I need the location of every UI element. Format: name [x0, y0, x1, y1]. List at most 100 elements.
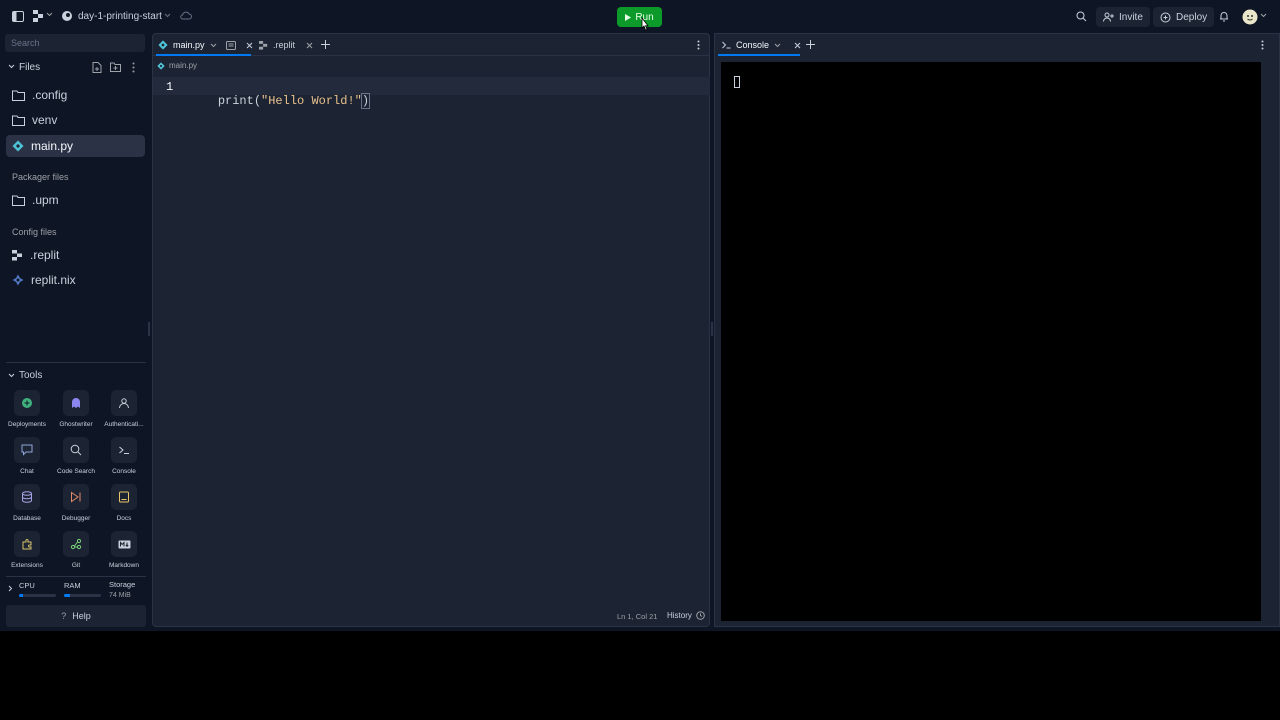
- new-tab-plus-icon[interactable]: [321, 40, 330, 49]
- tool-ghostwriter[interactable]: Ghostwriter: [53, 390, 99, 428]
- tool-label: Docs: [116, 515, 132, 522]
- console-more-icon[interactable]: [1261, 40, 1264, 50]
- console-terminal[interactable]: [721, 62, 1261, 621]
- tab-console[interactable]: Console: [722, 37, 801, 53]
- notifications-bell-icon[interactable]: [1219, 11, 1229, 22]
- files-more-icon[interactable]: [132, 62, 135, 73]
- python-icon: [158, 40, 168, 50]
- file-item-replit-nix[interactable]: replit.nix: [6, 269, 145, 291]
- active-console-tab-indicator: [718, 54, 800, 56]
- active-tab-indicator: [156, 54, 251, 56]
- console-icon: [119, 446, 129, 454]
- file-item-config[interactable]: .config: [6, 84, 145, 106]
- file-item-main-py[interactable]: main.py: [6, 135, 145, 157]
- project-chevron-icon[interactable]: [164, 13, 171, 18]
- replit-logo-icon[interactable]: [33, 10, 44, 22]
- ram-meter: [64, 594, 101, 597]
- tool-label: Console: [112, 468, 136, 475]
- ghostwriter-icon: [72, 398, 80, 408]
- code-line[interactable]: print("Hello World!"): [189, 80, 371, 122]
- deploy-label: Deploy: [1176, 11, 1208, 23]
- tab-label: .replit: [273, 40, 296, 50]
- tools-collapse-chevron-icon[interactable]: [8, 373, 15, 378]
- extensions-icon: [22, 538, 32, 550]
- deploy-button[interactable]: Deploy: [1153, 7, 1215, 27]
- tool-label: Deployments: [8, 421, 46, 428]
- breadcrumb[interactable]: main.py: [157, 61, 197, 70]
- folder-icon: [12, 90, 25, 101]
- close-icon[interactable]: [306, 42, 313, 49]
- git-icon: [70, 538, 82, 550]
- tools-title: Tools: [19, 370, 43, 381]
- files-collapse-chevron-icon[interactable]: [8, 64, 15, 69]
- chat-icon: [21, 444, 33, 456]
- invite-button[interactable]: Invite: [1096, 7, 1150, 27]
- storage-value: 74 MiB: [109, 592, 131, 599]
- resources-divider: [6, 576, 146, 577]
- tool-extensions[interactable]: Extensions: [4, 531, 50, 569]
- sidebar-toggle-icon[interactable]: [12, 11, 24, 22]
- invite-label: Invite: [1119, 11, 1143, 23]
- tab-chevron-icon[interactable]: [210, 43, 217, 48]
- top-bar: day-1-printing-start Run Invite Deploy: [0, 0, 1280, 33]
- packager-files-title: Packager files: [12, 172, 69, 182]
- split-view-icon[interactable]: [225, 40, 236, 50]
- auth-icon: [119, 398, 129, 409]
- debugger-icon: [71, 491, 81, 503]
- sidebar-resize-handle[interactable]: [148, 322, 150, 336]
- new-console-tab-plus-icon[interactable]: [806, 40, 815, 49]
- replit-icon: [259, 40, 268, 50]
- help-button[interactable]: ? Help: [6, 605, 146, 627]
- file-name: venv: [32, 113, 58, 127]
- mouse-cursor-icon: [639, 17, 649, 33]
- deployments-icon: [22, 398, 32, 408]
- editor-more-icon[interactable]: [697, 40, 700, 50]
- file-name: .upm: [32, 193, 59, 207]
- cursor-position-status[interactable]: Ln 1, Col 21: [617, 612, 657, 621]
- line-number: 1: [166, 80, 174, 94]
- nix-icon: [12, 274, 24, 286]
- tool-docs[interactable]: Docs: [101, 484, 147, 522]
- close-icon[interactable]: [246, 42, 253, 49]
- deploy-icon: [1160, 12, 1171, 22]
- tab-replit[interactable]: .replit: [259, 37, 313, 53]
- new-file-icon[interactable]: [92, 62, 102, 73]
- tool-deployments[interactable]: Deployments: [4, 390, 50, 428]
- pane-resize-handle[interactable]: [711, 322, 713, 336]
- files-title: Files: [19, 62, 41, 73]
- new-folder-icon[interactable]: [110, 62, 121, 72]
- search-input[interactable]: Search: [5, 34, 145, 52]
- tools-divider: [6, 362, 146, 363]
- history-icon: [696, 611, 705, 620]
- tool-label: Ghostwriter: [59, 421, 93, 428]
- history-button[interactable]: History: [667, 611, 705, 620]
- file-item-venv[interactable]: venv: [6, 109, 145, 131]
- tool-label: Chat: [20, 468, 34, 475]
- file-item-replit[interactable]: .replit: [6, 244, 145, 266]
- console-icon: [722, 41, 731, 49]
- add-user-icon: [1103, 12, 1114, 22]
- cpu-meter: [19, 594, 56, 597]
- tool-authentication[interactable]: Authenticati...: [101, 390, 147, 428]
- tab-main-py[interactable]: main.py: [158, 37, 253, 53]
- replit-icon: [12, 249, 22, 260]
- tab-chevron-icon[interactable]: [774, 43, 781, 48]
- file-item-upm[interactable]: .upm: [6, 189, 145, 211]
- resources-expand-chevron-icon[interactable]: [8, 585, 13, 592]
- tool-debugger[interactable]: Debugger: [53, 484, 99, 522]
- tool-chat[interactable]: Chat: [4, 437, 50, 475]
- search-icon: [70, 444, 82, 456]
- avatar-chevron-icon[interactable]: [1260, 13, 1267, 18]
- avatar[interactable]: [1242, 9, 1258, 25]
- tool-git[interactable]: Git: [53, 531, 99, 569]
- help-label: Help: [72, 611, 91, 621]
- tool-markdown[interactable]: Markdown: [101, 531, 147, 569]
- file-name: replit.nix: [31, 273, 76, 287]
- close-icon[interactable]: [794, 42, 801, 49]
- project-name[interactable]: day-1-printing-start: [78, 11, 162, 22]
- tool-console[interactable]: Console: [101, 437, 147, 475]
- tool-code-search[interactable]: Code Search: [53, 437, 99, 475]
- search-icon[interactable]: [1076, 11, 1087, 22]
- chevron-down-icon[interactable]: [46, 12, 53, 17]
- tool-database[interactable]: Database: [4, 484, 50, 522]
